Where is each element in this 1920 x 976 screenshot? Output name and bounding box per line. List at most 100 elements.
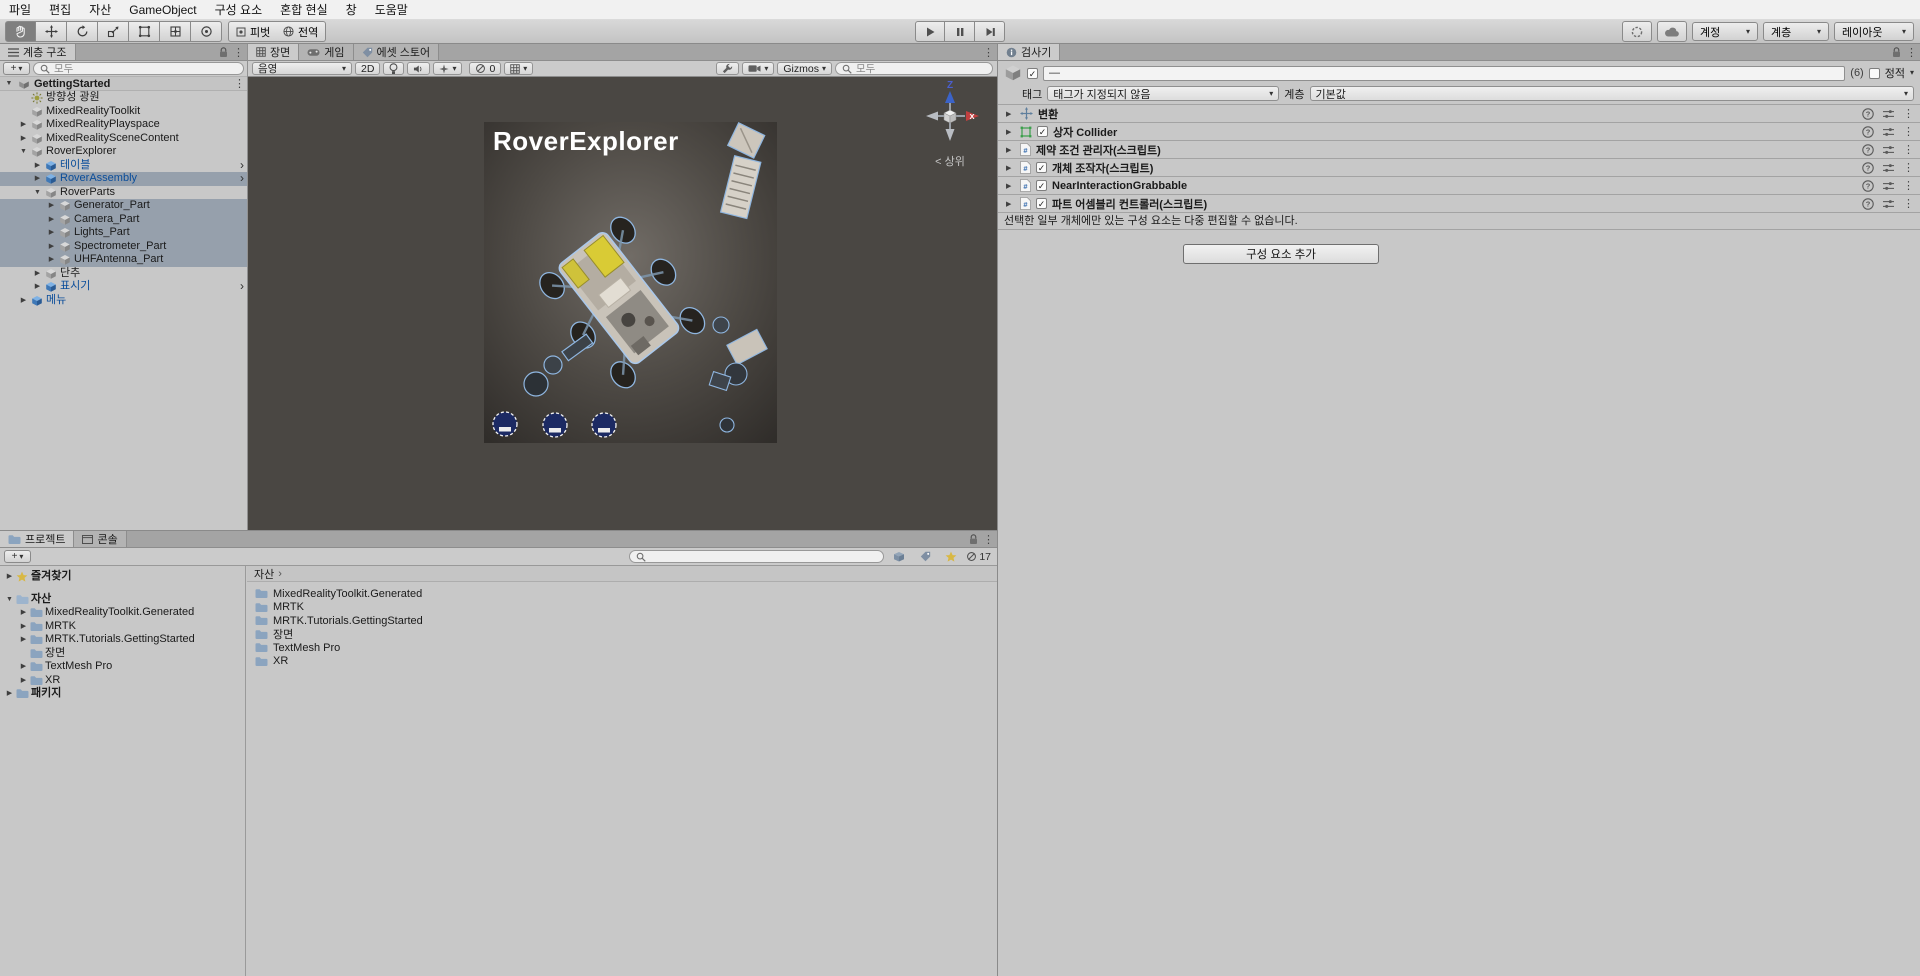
global-toggle-button[interactable]: 전역: [276, 21, 326, 42]
tab-asset-store[interactable]: 에셋 스토어: [354, 44, 440, 60]
hierarchy-item[interactable]: ▼RoverExplorer: [0, 145, 247, 159]
menu-item[interactable]: 자산: [80, 0, 120, 19]
menu-item[interactable]: 도움말: [366, 0, 417, 19]
expand-arrow-icon[interactable]: ▶: [4, 570, 15, 584]
tab-hierarchy[interactable]: 계층 구조: [0, 44, 76, 60]
prefab-open-arrow[interactable]: ›: [240, 171, 244, 185]
prefab-open-arrow[interactable]: ›: [240, 279, 244, 293]
lock-icon[interactable]: [219, 47, 228, 58]
scene-search-input[interactable]: 모두: [835, 62, 993, 75]
expand-arrow-icon[interactable]: ▶: [18, 633, 29, 647]
component-menu-icon[interactable]: ⋮: [1903, 161, 1912, 174]
presets-icon[interactable]: [1883, 199, 1894, 209]
account-dropdown[interactable]: 계정▾: [1692, 22, 1758, 41]
inspector-component-header[interactable]: ▶#✓NearInteractionGrabbable?⋮: [998, 177, 1920, 195]
tab-scene[interactable]: 장면: [248, 44, 299, 60]
presets-icon[interactable]: [1883, 145, 1894, 155]
inspector-component-header[interactable]: ▶✓상자 Collider?⋮: [998, 123, 1920, 141]
rotate-tool-button[interactable]: [67, 21, 98, 42]
shading-mode-dropdown[interactable]: 음영▾: [252, 62, 352, 75]
expand-arrow-icon[interactable]: ▶: [1006, 182, 1015, 190]
component-enabled-checkbox[interactable]: ✓: [1036, 180, 1047, 191]
expand-arrow-icon[interactable]: ▶: [18, 620, 29, 634]
hierarchy-item[interactable]: ▶Generator_Part: [0, 199, 247, 213]
collab-cloud-button[interactable]: [1657, 21, 1687, 42]
project-tree-item-asset-folder[interactable]: ▶MRTK.Tutorials.GettingStarted: [0, 633, 245, 647]
tab-project[interactable]: 프로젝트: [0, 531, 74, 547]
hierarchy-item[interactable]: 방향성 광원: [0, 91, 247, 105]
help-icon[interactable]: ?: [1862, 108, 1874, 120]
inspector-component-header[interactable]: ▶변환?⋮: [998, 105, 1920, 123]
expand-arrow-icon[interactable]: ▶: [18, 118, 29, 132]
tab-console[interactable]: 콘솔: [74, 531, 126, 547]
menu-item[interactable]: 창: [337, 0, 366, 19]
custom-tool-button[interactable]: [191, 21, 222, 42]
expand-arrow-icon[interactable]: ▶: [32, 267, 43, 281]
2d-toggle-button[interactable]: 2D: [355, 62, 380, 75]
static-dropdown-icon[interactable]: ▾: [1910, 69, 1914, 77]
package-icon[interactable]: [888, 550, 910, 564]
component-enabled-checkbox[interactable]: ✓: [1036, 198, 1047, 209]
rect-tool-button[interactable]: [129, 21, 160, 42]
project-tree-item-asset-folder[interactable]: ▶TextMesh Pro: [0, 660, 245, 674]
hand-tool-button[interactable]: [5, 21, 36, 42]
lighting-toggle-button[interactable]: [383, 62, 404, 75]
component-menu-icon[interactable]: ⋮: [1903, 179, 1912, 192]
add-component-button[interactable]: 구성 요소 추가: [1183, 244, 1379, 264]
inspector-component-header[interactable]: ▶#제약 조건 관리자(스크립트)?⋮: [998, 141, 1920, 159]
project-file-item[interactable]: MRTK: [247, 601, 997, 615]
project-tree-item-favorites[interactable]: ▶즐겨찾기: [0, 570, 245, 584]
expand-arrow-icon[interactable]: ▶: [1006, 128, 1015, 136]
help-icon[interactable]: ?: [1862, 144, 1874, 156]
hierarchy-item[interactable]: MixedRealityToolkit: [0, 105, 247, 119]
scene-tools-button[interactable]: [716, 62, 739, 75]
expand-arrow-icon[interactable]: ▶: [18, 606, 29, 620]
step-button[interactable]: [975, 21, 1005, 42]
scale-tool-button[interactable]: [98, 21, 129, 42]
panel-menu-icon[interactable]: ⋮: [983, 533, 992, 546]
expand-arrow-icon[interactable]: ▼: [32, 186, 43, 200]
menu-item[interactable]: 혼합 현실: [271, 0, 337, 19]
project-file-item[interactable]: 장면: [247, 628, 997, 642]
help-icon[interactable]: ?: [1862, 198, 1874, 210]
project-file-item[interactable]: MixedRealityToolkit.Generated: [247, 587, 997, 601]
expand-arrow-icon[interactable]: ▶: [1006, 146, 1015, 154]
inspector-component-header[interactable]: ▶#✓파트 어셈블리 컨트롤러(스크립트)?⋮: [998, 195, 1920, 213]
create-button[interactable]: +▾: [4, 550, 31, 563]
presets-icon[interactable]: [1883, 181, 1894, 191]
expand-arrow-icon[interactable]: ▶: [46, 253, 57, 267]
hierarchy-item[interactable]: ▶Camera_Part: [0, 213, 247, 227]
expand-arrow-icon[interactable]: ▶: [46, 240, 57, 254]
expand-arrow-icon[interactable]: ▶: [18, 674, 29, 688]
hierarchy-item[interactable]: ▶RoverAssembly›: [0, 172, 247, 186]
play-button[interactable]: [915, 21, 945, 42]
expand-arrow-icon[interactable]: ▶: [1006, 164, 1015, 172]
prefab-open-arrow[interactable]: ›: [240, 158, 244, 172]
project-tree-item-asset-folder[interactable]: 장면: [0, 647, 245, 661]
hierarchy-item[interactable]: ▶단추: [0, 267, 247, 281]
scene-orientation-gizmo[interactable]: Z X < 상위: [913, 79, 987, 169]
grid-dropdown-button[interactable]: ▾: [504, 62, 533, 75]
panel-menu-icon[interactable]: ⋮: [983, 46, 992, 59]
static-checkbox[interactable]: [1869, 68, 1880, 79]
lock-icon[interactable]: [969, 534, 978, 545]
inspector-component-header[interactable]: ▶#✓개체 조작자(스크립트)?⋮: [998, 159, 1920, 177]
layer-dropdown[interactable]: 기본값▾: [1310, 86, 1915, 101]
layout-dropdown[interactable]: 레이아웃▾: [1834, 22, 1914, 41]
project-tree-item-asset-folder[interactable]: ▶MRTK: [0, 620, 245, 634]
help-icon[interactable]: ?: [1862, 162, 1874, 174]
scene-header-row[interactable]: ▼ GettingStarted ⋮: [0, 77, 247, 91]
menu-item[interactable]: 구성 요소: [206, 0, 272, 19]
presets-icon[interactable]: [1883, 163, 1894, 173]
component-menu-icon[interactable]: ⋮: [1903, 125, 1912, 138]
component-menu-icon[interactable]: ⋮: [1903, 107, 1912, 120]
expand-arrow-icon[interactable]: ▶: [32, 280, 43, 294]
gizmos-dropdown[interactable]: Gizmos▾: [777, 62, 832, 75]
hierarchy-item[interactable]: ▶Spectrometer_Part: [0, 240, 247, 254]
component-menu-icon[interactable]: ⋮: [1903, 143, 1912, 156]
hierarchy-search-input[interactable]: 모두: [33, 62, 244, 75]
hierarchy-item[interactable]: ▶Lights_Part: [0, 226, 247, 240]
panel-menu-icon[interactable]: ⋮: [233, 46, 242, 59]
expand-arrow-icon[interactable]: ▶: [18, 660, 29, 674]
expand-arrow-icon[interactable]: ▶: [46, 226, 57, 240]
